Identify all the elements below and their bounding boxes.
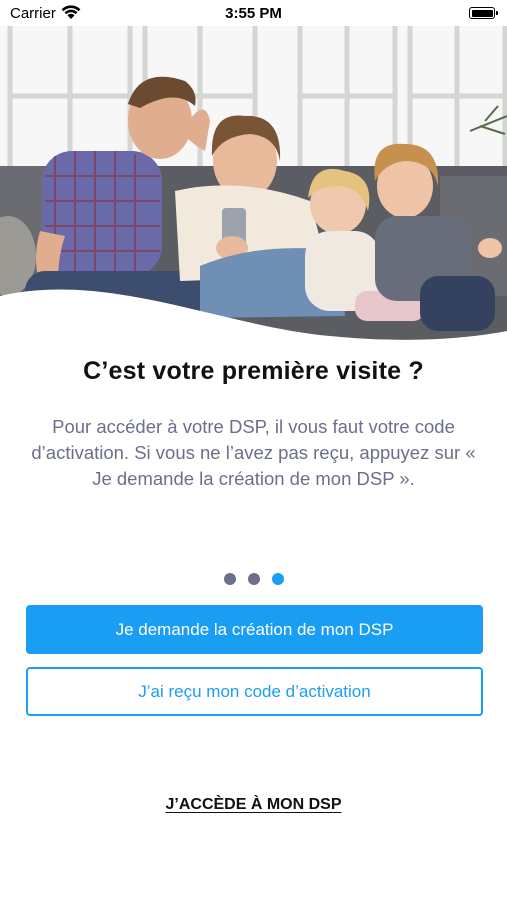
hero-image [0,26,507,346]
access-dsp-link[interactable]: J’ACCÈDE À MON DSP [165,796,341,813]
page-indicator[interactable] [0,573,507,585]
have-activation-code-button[interactable]: J’ai reçu mon code d’activation [26,667,483,716]
battery-icon [469,7,498,19]
page-dot-3-active[interactable] [271,573,284,585]
page-dot-2[interactable] [247,573,260,585]
page-title: C’est votre première visite ? [83,357,424,385]
family-photo-illustration [0,26,507,346]
clock: 3:55 PM [225,5,282,22]
status-bar: Carrier 3:55 PM [0,0,507,26]
onboarding-description: Pour accéder à votre DSP, il vous faut v… [31,416,476,489]
access-dsp-link-container: J’ACCÈDE À MON DSP [0,796,507,814]
page-dot-1[interactable] [223,573,236,585]
request-dsp-creation-button[interactable]: Je demande la création de mon DSP [26,605,483,654]
